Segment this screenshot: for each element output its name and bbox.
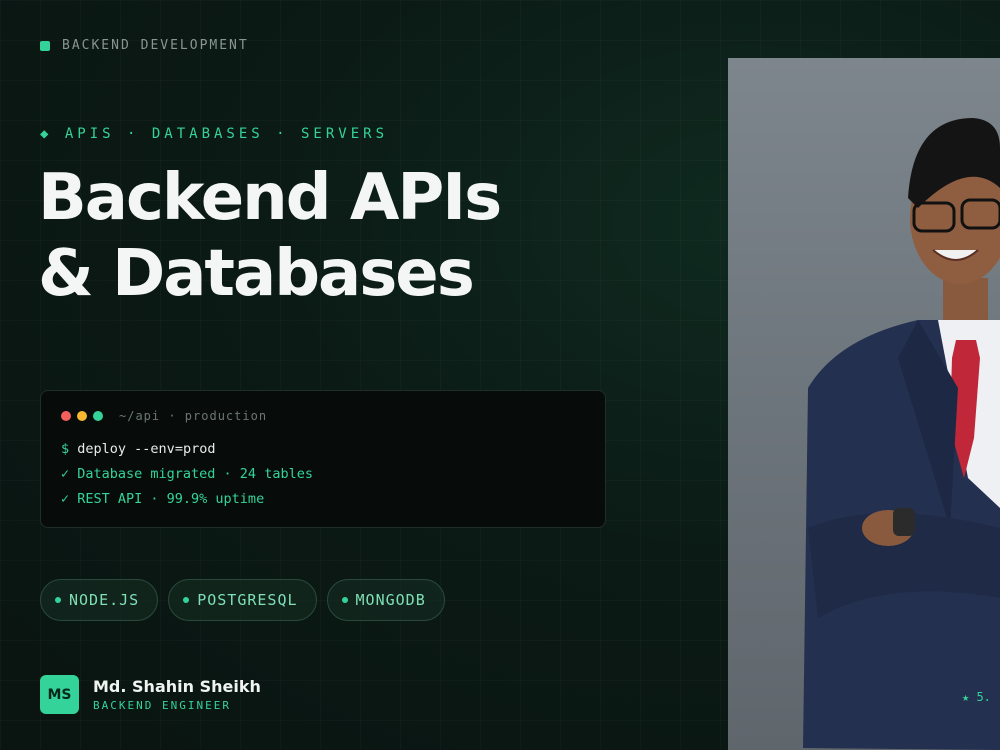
terminal-prompt: $	[61, 441, 70, 457]
rating-badge: ★ 5.	[962, 690, 991, 704]
tag-label: POSTGRESQL	[197, 591, 298, 609]
dot-icon	[55, 597, 61, 603]
tag-nodejs: NODE.JS	[40, 579, 159, 621]
tag-label: NODE.JS	[69, 591, 140, 609]
terminal-output-line: ✓ REST API · 99.9% uptime	[61, 491, 265, 507]
section-label: BACKEND DEVELOPMENT	[40, 38, 249, 53]
author-role: BACKEND ENGINEER	[93, 699, 231, 712]
terminal-output-line: ✓ Database migrated · 24 tables	[61, 466, 313, 482]
tag-postgresql: POSTGRESQL	[168, 579, 317, 621]
tagline: ◆ APIS · DATABASES · SERVERS	[40, 126, 389, 142]
author-name: Md. Shahin Sheikh	[93, 677, 261, 696]
close-dot-icon	[61, 411, 71, 421]
hero-title-line-2: & Databases	[38, 237, 475, 311]
portrait-photo	[728, 58, 1000, 750]
tech-tags: NODE.JS POSTGRESQL MONGODB	[40, 579, 445, 621]
maximize-dot-icon	[93, 411, 103, 421]
tag-mongodb: MONGODB	[326, 579, 445, 621]
section-label-text: BACKEND DEVELOPMENT	[62, 38, 249, 53]
square-icon	[40, 40, 50, 51]
hero-title-line-1: Backend APIs	[38, 161, 502, 235]
dot-icon	[341, 597, 348, 603]
person-illustration	[803, 118, 1000, 750]
minimize-dot-icon	[77, 411, 87, 421]
terminal-command: deploy --env=prod	[77, 441, 216, 457]
terminal-titlebar: ~/api · production	[61, 409, 585, 423]
avatar: MS	[40, 675, 79, 714]
author-block: MS Md. Shahin Sheikh BACKEND ENGINEER	[40, 675, 261, 714]
dot-icon	[183, 597, 190, 603]
terminal-window: ~/api · production $ deploy --env=prod ✓…	[40, 390, 606, 528]
tag-label: MONGODB	[355, 591, 426, 609]
terminal-command-line: $ deploy --env=prod	[61, 437, 585, 462]
hero-title: Backend APIs & Databases	[38, 160, 502, 312]
terminal-path: ~/api · production	[119, 409, 268, 423]
